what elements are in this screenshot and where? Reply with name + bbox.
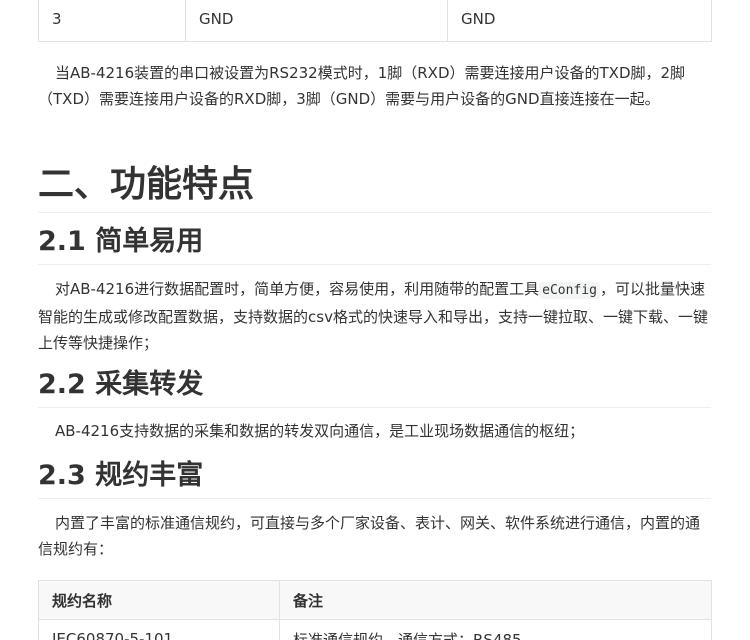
subsection-title-collect-forward: 2.2 采集转发 bbox=[38, 367, 711, 408]
column-header-protocol-name: 规约名称 bbox=[38, 580, 280, 620]
econfig-code: eConfig bbox=[539, 282, 600, 299]
easy-use-paragraph: 对AB-4216进行数据配置时，简单方便，容易使用，利用随带的配置工具 eConf… bbox=[38, 276, 714, 356]
pin-table: 3 GND GND bbox=[38, 0, 712, 42]
subsection-title-easy-use: 2.1 简单易用 bbox=[38, 224, 711, 265]
column-header-remark: 备注 bbox=[279, 580, 712, 620]
table-cell: GND bbox=[447, 0, 712, 42]
table-row: 3 GND GND bbox=[38, 0, 712, 42]
table-cell: 标准通信规约，通信方式：RS485 bbox=[279, 619, 712, 640]
collect-forward-paragraph: AB-4216支持数据的采集和数据的转发双向通信，是工业现场数据通信的枢纽； bbox=[55, 422, 585, 440]
table-row: IEC60870-5-101 标准通信规约，通信方式：RS485 bbox=[38, 619, 712, 640]
table-cell: 3 bbox=[38, 0, 186, 42]
protocol-table: 规约名称 备注 IEC60870-5-101 标准通信规约，通信方式：RS485 bbox=[38, 580, 712, 640]
table-cell: IEC60870-5-101 bbox=[38, 619, 280, 640]
subsection-title-protocols: 2.3 规约丰富 bbox=[38, 458, 711, 499]
protocols-paragraph: 内置了丰富的标准通信规约，可直接与多个厂家设备、表计、网关、软件系统进行通信，内… bbox=[38, 514, 701, 558]
table-cell: GND bbox=[185, 0, 448, 42]
easy-use-text-before: 对AB-4216进行数据配置时，简单方便，容易使用，利用随带的配置工具 bbox=[55, 280, 540, 298]
section-title-features: 二、功能特点 bbox=[38, 162, 711, 213]
table-header-row: 规约名称 备注 bbox=[38, 580, 712, 620]
rs232-paragraph: 当AB-4216装置的串口被设置为RS232模式时，1脚（RXD）需要连接用户设… bbox=[38, 64, 686, 108]
